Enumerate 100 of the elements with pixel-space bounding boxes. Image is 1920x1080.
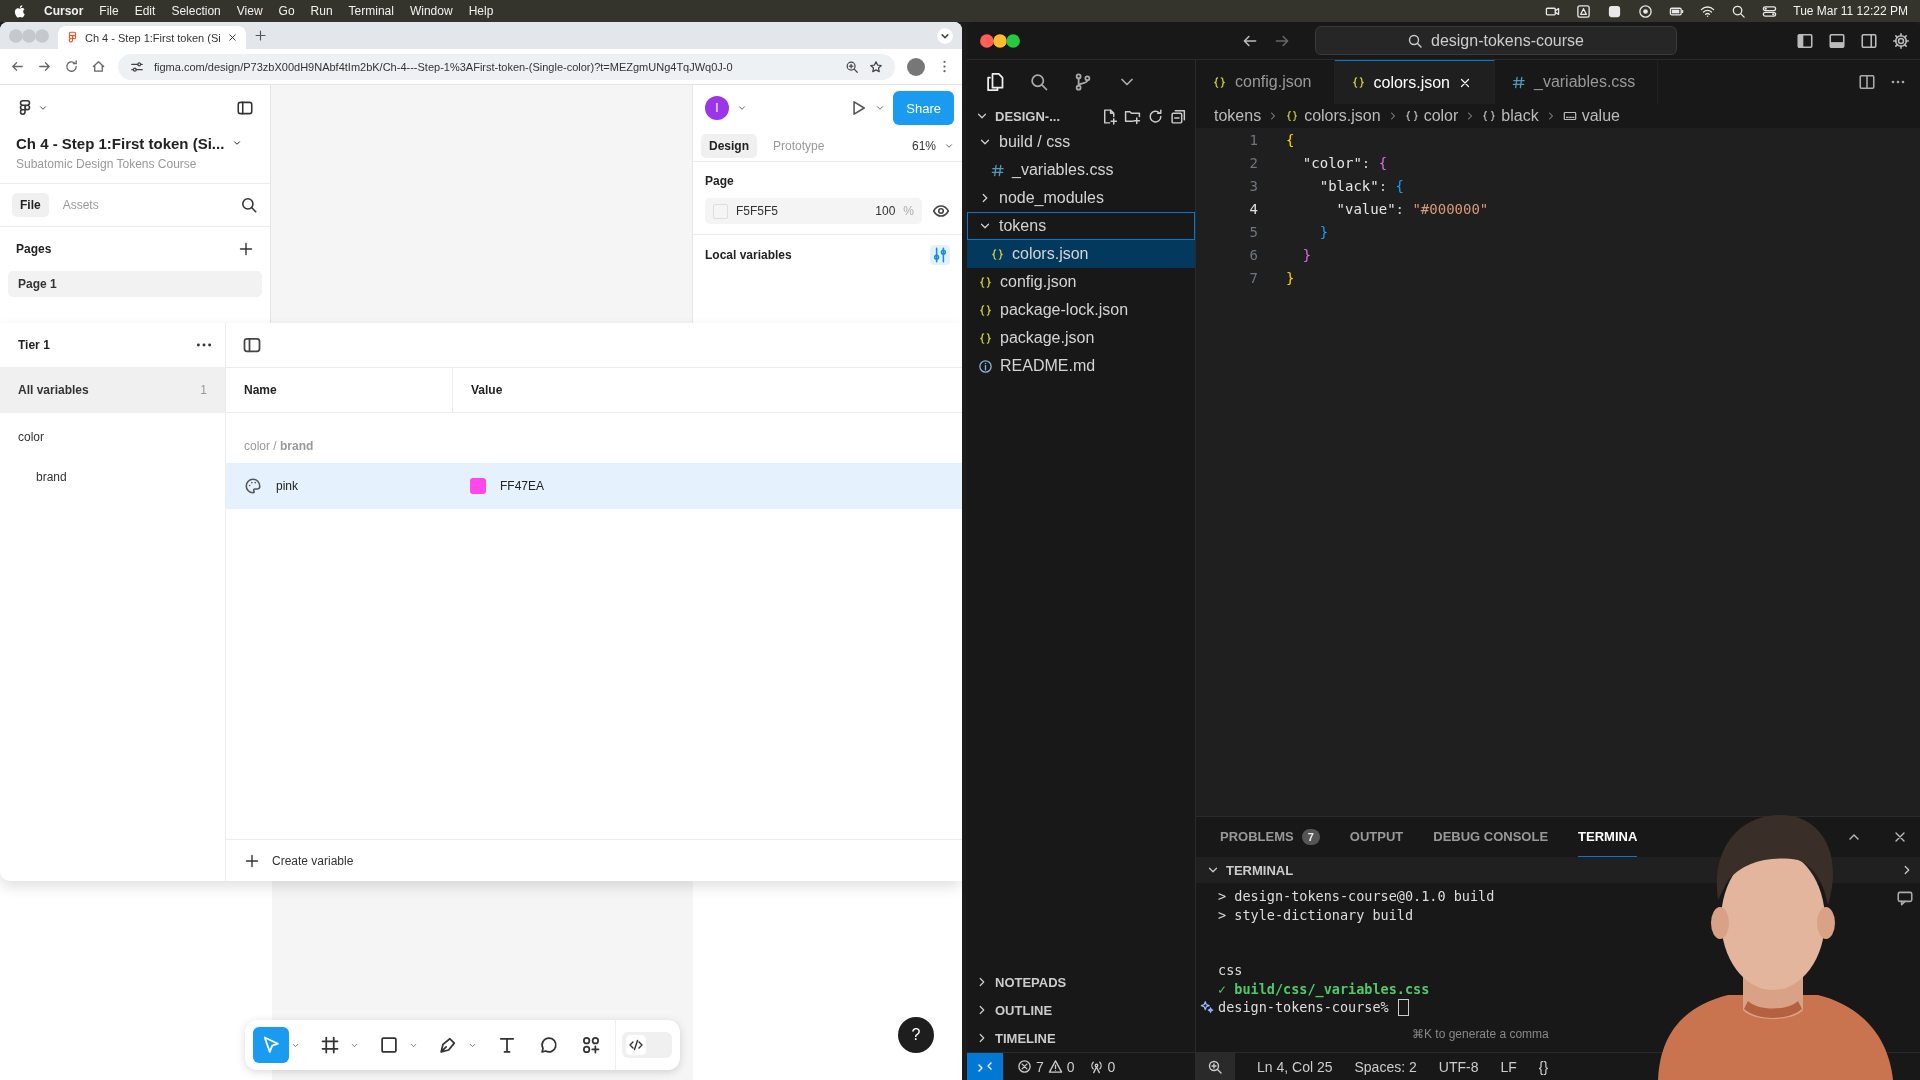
collapse-icon[interactable] [1170, 107, 1187, 125]
group-item[interactable]: color [0, 417, 225, 457]
profile-avatar[interactable] [907, 57, 925, 76]
tree-item[interactable]: package-lock.json [967, 296, 1195, 324]
plus-icon[interactable] [253, 29, 267, 42]
home-icon[interactable] [91, 59, 106, 74]
browser-tab[interactable]: Ch 4 - Step 1:First token (Si [58, 26, 246, 49]
command-search-field[interactable]: design-tokens-course [1314, 26, 1677, 55]
breadcrumb[interactable]: color [1404, 107, 1459, 125]
create-variable-button[interactable]: Create variable [226, 839, 962, 881]
panel-tab[interactable]: Design [701, 134, 757, 158]
drive-icon[interactable] [1576, 3, 1592, 19]
settings-icon[interactable] [1892, 31, 1910, 50]
visibility-icon[interactable] [932, 202, 950, 220]
record-icon[interactable] [1638, 3, 1654, 19]
forward-icon[interactable] [37, 59, 52, 74]
group-item[interactable]: brand [0, 457, 225, 497]
menu-item[interactable]: Go [278, 4, 295, 18]
menu-item[interactable]: Edit [134, 4, 156, 18]
menu-item[interactable]: View [236, 4, 263, 18]
tree-item[interactable]: tokens [967, 212, 1195, 240]
group-item[interactable]: All variables 1 [0, 367, 225, 413]
toggle-panel-icon[interactable] [1828, 31, 1846, 50]
tree-item[interactable]: _variables.css [967, 156, 1195, 184]
panel-tab[interactable]: File [12, 193, 49, 217]
user-avatar[interactable]: I [705, 96, 729, 120]
tree-item[interactable]: package.json [967, 324, 1195, 352]
menu-item[interactable]: File [99, 4, 119, 18]
zoom-icon[interactable] [845, 59, 859, 74]
tab-search-icon[interactable] [936, 26, 954, 45]
zoom-button[interactable] [1195, 1053, 1235, 1080]
section-header[interactable]: TIMELINE [967, 1024, 1195, 1052]
section-header[interactable]: OUTLINE [967, 996, 1195, 1024]
explorer-icon[interactable] [985, 72, 1005, 92]
explorer-title[interactable]: DESIGN-... [995, 108, 1060, 124]
tree-item[interactable]: colors.json [967, 240, 1195, 268]
window-controls-icon[interactable] [979, 32, 1021, 49]
chat-icon[interactable] [1896, 889, 1914, 907]
toggle-sidebar-icon[interactable] [1796, 31, 1814, 50]
fill-field[interactable]: F5F5F5 100 % [705, 198, 922, 224]
indentation[interactable]: Spaces: 2 [1354, 1058, 1417, 1075]
panel-tab[interactable]: DEBUG CONSOLE [1433, 817, 1549, 857]
apple-icon[interactable] [12, 3, 28, 19]
language-mode[interactable]: {} [1538, 1058, 1549, 1075]
ports-indicator[interactable]: 0 [1088, 1058, 1116, 1075]
caret-icon[interactable] [737, 103, 747, 113]
terminal-title[interactable]: TERMINAL [1226, 862, 1294, 878]
cursor-position[interactable]: Ln 4, Col 25 [1257, 1058, 1333, 1075]
caret-icon[interactable] [232, 138, 243, 148]
sidebar-toggle-icon[interactable] [242, 335, 262, 355]
problems-indicator[interactable]: 7 0 [1017, 1058, 1075, 1075]
color-swatch[interactable] [470, 478, 486, 494]
refresh-icon[interactable] [1147, 107, 1164, 125]
line-ending[interactable]: LF [1500, 1058, 1517, 1075]
breadcrumb[interactable]: tokens [1214, 107, 1262, 125]
breadcrumb[interactable]: colors.json [1285, 107, 1381, 125]
breadcrumb[interactable]: value [1562, 107, 1620, 125]
variable-name[interactable]: pink [276, 479, 298, 493]
tree-item[interactable]: build / css [967, 128, 1195, 156]
star-icon[interactable] [869, 59, 883, 74]
zoom-level[interactable]: 61% [911, 139, 936, 153]
menu-item[interactable]: Terminal [348, 4, 394, 18]
breadcrumb[interactable]: black [1482, 107, 1539, 125]
caret-icon[interactable] [944, 141, 954, 151]
caret-icon[interactable] [875, 103, 886, 113]
menu-item[interactable]: Run [310, 4, 333, 18]
file-title[interactable]: Ch 4 - Step 1:First token (Si... [16, 134, 225, 152]
sidebar-toggle-icon[interactable] [236, 99, 254, 117]
add-page-icon[interactable] [238, 241, 254, 257]
panel-tab[interactable]: PROBLEMS 7 [1220, 817, 1320, 857]
panel-tab[interactable]: OUTPUT [1349, 817, 1404, 857]
menu-item[interactable]: Cursor [44, 4, 84, 18]
reload-icon[interactable] [64, 59, 79, 74]
sparkle-icon[interactable] [1200, 1000, 1214, 1015]
editor-tab[interactable]: _variables.css [1495, 60, 1659, 104]
variable-row[interactable]: pink FF47EA [226, 463, 962, 509]
dev-mode-toggle[interactable] [622, 1032, 672, 1058]
wifi-icon[interactable] [1700, 3, 1716, 19]
encoding[interactable]: UTF-8 [1438, 1058, 1479, 1075]
collection-name[interactable]: Tier 1 [18, 338, 50, 352]
tree-item[interactable]: README.md [967, 352, 1195, 380]
site-settings-icon[interactable] [130, 59, 144, 74]
address-field[interactable]: figma.com/design/P73zbX00dH9NAbf4tIm2bK/Ch-4---Step-1%3AFirst-token-(Single-color)?t=MEZgmUNg4TqJWq0J-0 [118, 53, 895, 80]
source-control-icon[interactable] [1073, 72, 1093, 92]
split-editor-icon[interactable] [1858, 73, 1876, 91]
menu-item[interactable]: Help [468, 4, 494, 18]
page-item[interactable]: Page 1 [8, 271, 262, 297]
editor-tab[interactable]: config.json [1196, 60, 1335, 104]
close-icon[interactable] [226, 32, 238, 43]
new-file-icon[interactable] [1101, 107, 1118, 125]
search-icon[interactable] [1029, 72, 1049, 92]
editor-tab[interactable]: colors.json [1334, 60, 1495, 104]
section-header[interactable]: NOTEPADS [967, 968, 1195, 996]
tree-item[interactable]: config.json [967, 268, 1195, 296]
back-icon[interactable] [10, 59, 25, 74]
menu-item[interactable]: Window [409, 4, 453, 18]
variable-value[interactable]: FF47EA [500, 479, 544, 493]
control-center-icon[interactable] [1762, 3, 1778, 19]
app-icon[interactable] [1607, 3, 1623, 19]
search-icon[interactable] [1731, 3, 1747, 19]
